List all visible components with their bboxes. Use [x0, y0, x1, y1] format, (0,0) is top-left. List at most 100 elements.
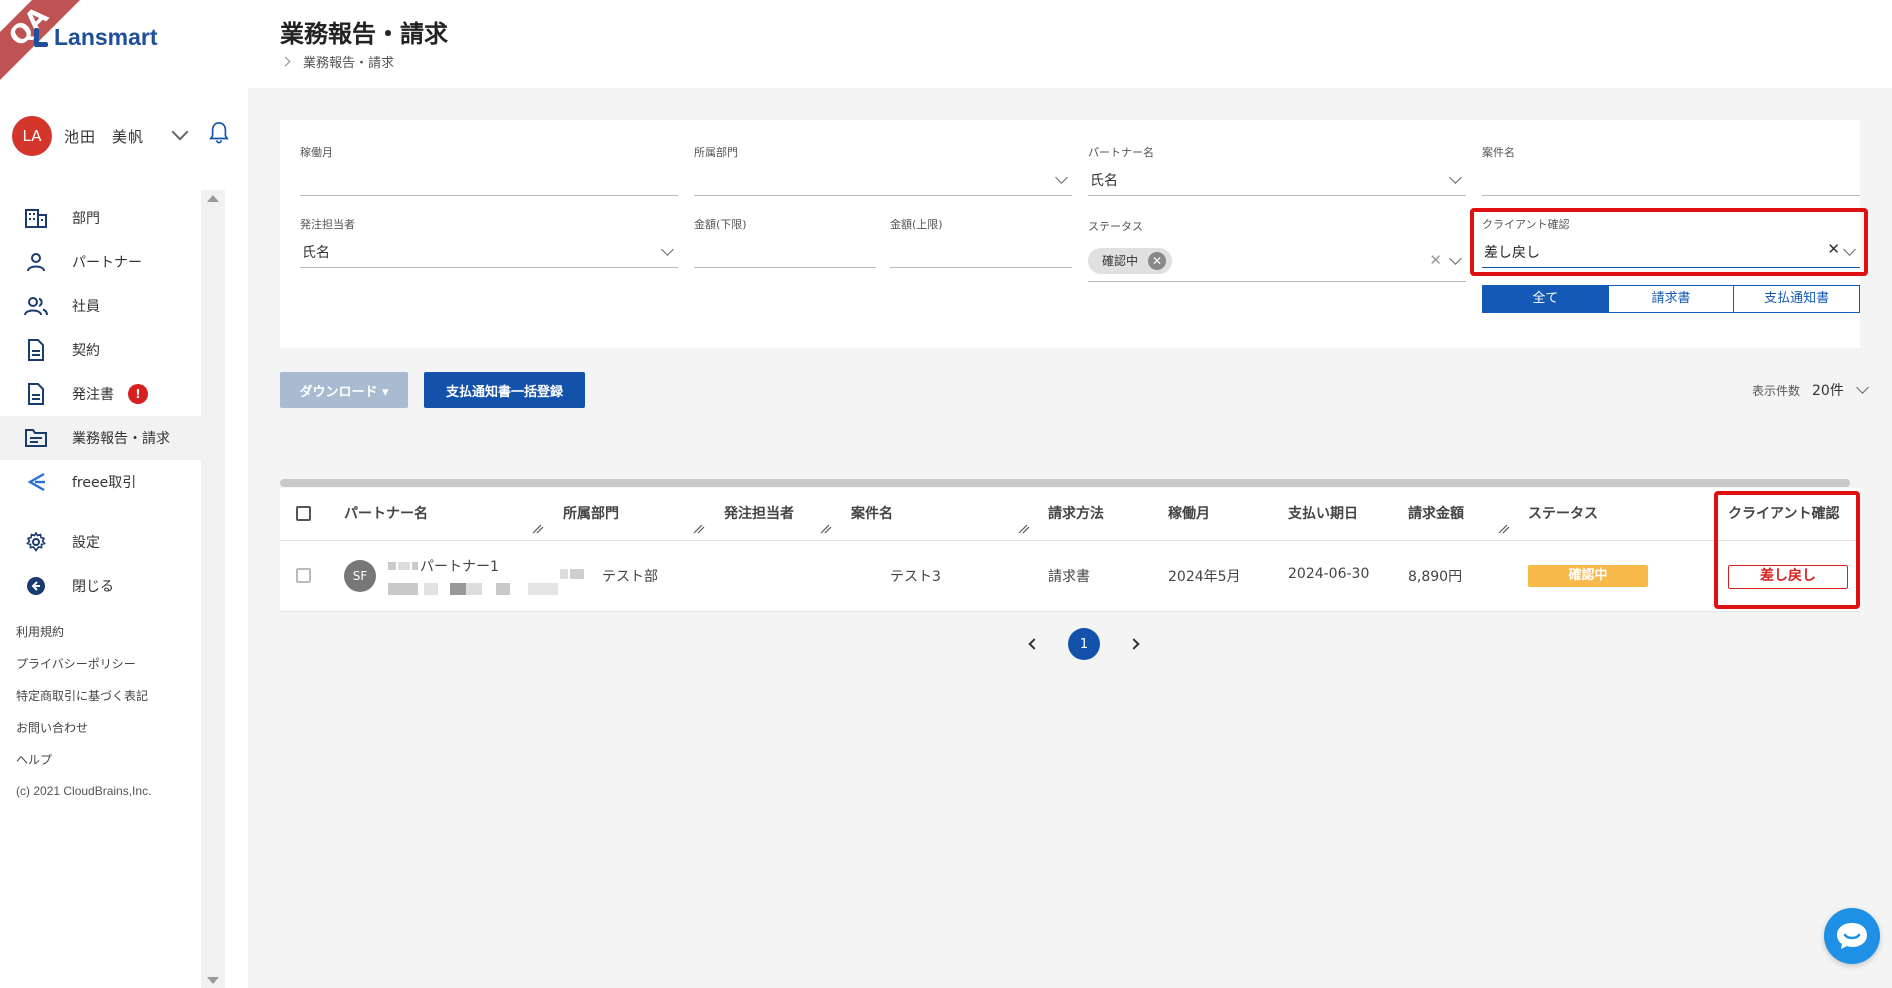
- page-header: 業務報告・請求 業務報告・請求: [248, 0, 1892, 88]
- column-header[interactable]: 所属部門: [563, 503, 619, 523]
- link-privacy[interactable]: プライバシーポリシー: [16, 654, 148, 686]
- status-select[interactable]: ステータス 確認中 ✕ ✕: [1088, 218, 1466, 282]
- field-label: 発注担当者: [300, 218, 355, 231]
- chip-remove-icon[interactable]: ✕: [1148, 252, 1167, 270]
- department-cell: テスト部: [602, 569, 658, 585]
- resize-handle-icon[interactable]: [1498, 524, 1510, 534]
- amount-max-field[interactable]: 金額(上限): [890, 216, 1072, 268]
- document-icon: [24, 338, 48, 362]
- sidebar-item-employee[interactable]: 社員: [0, 284, 223, 328]
- avatar: LA: [12, 116, 52, 156]
- chat-button[interactable]: [1824, 908, 1880, 964]
- logo-mark-icon: [30, 27, 50, 48]
- column-header[interactable]: 稼働月: [1168, 503, 1210, 523]
- per-page-select[interactable]: 表示件数 20件: [1752, 380, 1869, 400]
- link-contact[interactable]: お問い合わせ: [16, 718, 148, 750]
- breadcrumb-item[interactable]: 業務報告・請求: [303, 52, 394, 71]
- sidebar-item-freee[interactable]: freee取引: [0, 460, 223, 504]
- chevron-down-icon: [1856, 380, 1869, 394]
- tab-payment-notice[interactable]: 支払通知書: [1734, 286, 1859, 312]
- chevron-left-icon[interactable]: [1028, 638, 1040, 650]
- resize-handle-icon[interactable]: [532, 524, 544, 534]
- status-badge: 確認中: [1528, 565, 1648, 587]
- filter-panel: 稼働月 所属部門 パートナー名 氏名 案件名 発注担当者 氏名 金額(下限) 金…: [280, 120, 1868, 348]
- highlight-box: [1470, 208, 1868, 276]
- table-scrollbar[interactable]: [280, 479, 1850, 487]
- sidebar-item-label: freee取引: [72, 475, 137, 491]
- sidebar-item-label: 閉じる: [72, 579, 114, 595]
- link-terms[interactable]: 利用規約: [16, 622, 148, 654]
- people-icon: [24, 294, 48, 318]
- sidebar-item-settings[interactable]: 設定: [0, 520, 223, 564]
- chevron-down-icon: [1449, 252, 1462, 265]
- tab-invoice[interactable]: 請求書: [1609, 286, 1735, 312]
- field-label: 金額(上限): [890, 218, 943, 231]
- page-current[interactable]: 1: [1068, 628, 1100, 660]
- due-date-cell: 2024-06-30: [1288, 566, 1370, 582]
- link-help[interactable]: ヘルプ: [16, 750, 148, 782]
- chevron-right-icon: [280, 56, 291, 67]
- sidebar-item-label: 部門: [72, 211, 100, 227]
- work-month-cell: 2024年5月: [1168, 569, 1241, 585]
- partner-name[interactable]: パートナー1: [420, 556, 499, 576]
- row-checkbox[interactable]: [296, 568, 311, 583]
- app-logo[interactable]: Lansmart: [30, 24, 158, 51]
- footer-links: 利用規約 プライバシーポリシー 特定商取引に基づく表記 お問い合わせ ヘルプ: [16, 622, 148, 782]
- sidebar-item-partner[interactable]: パートナー: [0, 240, 223, 284]
- clear-icon[interactable]: ✕: [1429, 251, 1442, 269]
- work-month-field[interactable]: 稼働月: [300, 144, 678, 196]
- chevron-down-icon: [1449, 171, 1462, 184]
- column-header[interactable]: パートナー名: [344, 503, 428, 523]
- folder-icon: [24, 426, 48, 450]
- sidebar-item-department[interactable]: 部門: [0, 196, 223, 240]
- bell-icon[interactable]: [208, 120, 230, 146]
- column-header[interactable]: 案件名: [851, 503, 893, 523]
- chevron-down-icon[interactable]: [171, 123, 189, 141]
- sidebar-item-work-report[interactable]: 業務報告・請求: [0, 416, 223, 460]
- project-name-field[interactable]: 案件名: [1482, 144, 1860, 196]
- amount-cell: 8,890円: [1408, 569, 1463, 585]
- sidebar-item-label: 社員: [72, 299, 100, 315]
- column-header[interactable]: 請求方法: [1048, 503, 1104, 523]
- sidebar-item-purchase-order[interactable]: 発注書 !: [0, 372, 223, 416]
- resize-handle-icon[interactable]: [1018, 524, 1030, 534]
- field-label: 所属部門: [694, 146, 738, 159]
- sidebar-item-contract[interactable]: 契約: [0, 328, 223, 372]
- doc-type-toggle: 全て 請求書 支払通知書: [1482, 285, 1860, 313]
- arrow-left-circle-icon: [24, 574, 48, 598]
- chat-icon: [1837, 923, 1867, 949]
- column-header[interactable]: ステータス: [1528, 503, 1598, 523]
- project-cell: テスト3: [890, 569, 941, 585]
- sidebar-item-close[interactable]: 閉じる: [0, 564, 223, 608]
- report-table: パートナー名 所属部門 発注担当者 案件名 請求方法 稼働月 支払い期日 請求金…: [280, 488, 1860, 612]
- tab-all[interactable]: 全て: [1483, 286, 1609, 312]
- resize-handle-icon[interactable]: [820, 524, 832, 534]
- orderer-select[interactable]: 発注担当者 氏名: [300, 216, 678, 268]
- sidebar-item-label: 設定: [72, 535, 100, 551]
- download-button[interactable]: ダウンロード ▾: [280, 372, 408, 408]
- billing-method-cell: 請求書: [1048, 569, 1090, 585]
- user-menu[interactable]: LA 池田 美帆: [12, 116, 232, 156]
- user-name: 池田 美帆: [64, 127, 145, 146]
- sidebar-nav: 部門 パートナー 社員 契約 発注書 ! 業務報告・請求 freee取引 設定 …: [0, 196, 223, 608]
- link-commerce[interactable]: 特定商取引に基づく表記: [16, 686, 148, 718]
- building-icon: [24, 206, 48, 230]
- department-select[interactable]: 所属部門: [694, 144, 1072, 196]
- scroll-down-icon[interactable]: [207, 977, 219, 984]
- chevron-right-icon[interactable]: [1128, 638, 1140, 650]
- gear-icon: [24, 530, 48, 554]
- resize-handle-icon[interactable]: [693, 524, 705, 534]
- alert-badge: !: [128, 384, 148, 404]
- bulk-register-button[interactable]: 支払通知書一括登録: [424, 372, 585, 408]
- sidebar-item-label: 契約: [72, 343, 100, 359]
- field-label: パートナー名: [1088, 146, 1154, 159]
- column-header[interactable]: 発注担当者: [724, 503, 794, 523]
- field-label: 金額(下限): [694, 218, 747, 231]
- field-label: ステータス: [1088, 220, 1143, 233]
- select-all-checkbox[interactable]: [296, 506, 311, 521]
- partner-name-select[interactable]: パートナー名 氏名: [1088, 144, 1466, 196]
- column-header[interactable]: 支払い期日: [1288, 503, 1358, 523]
- column-header[interactable]: 請求金額: [1408, 503, 1464, 523]
- chevron-down-icon: [1055, 171, 1068, 184]
- amount-min-field[interactable]: 金額(下限): [694, 216, 876, 268]
